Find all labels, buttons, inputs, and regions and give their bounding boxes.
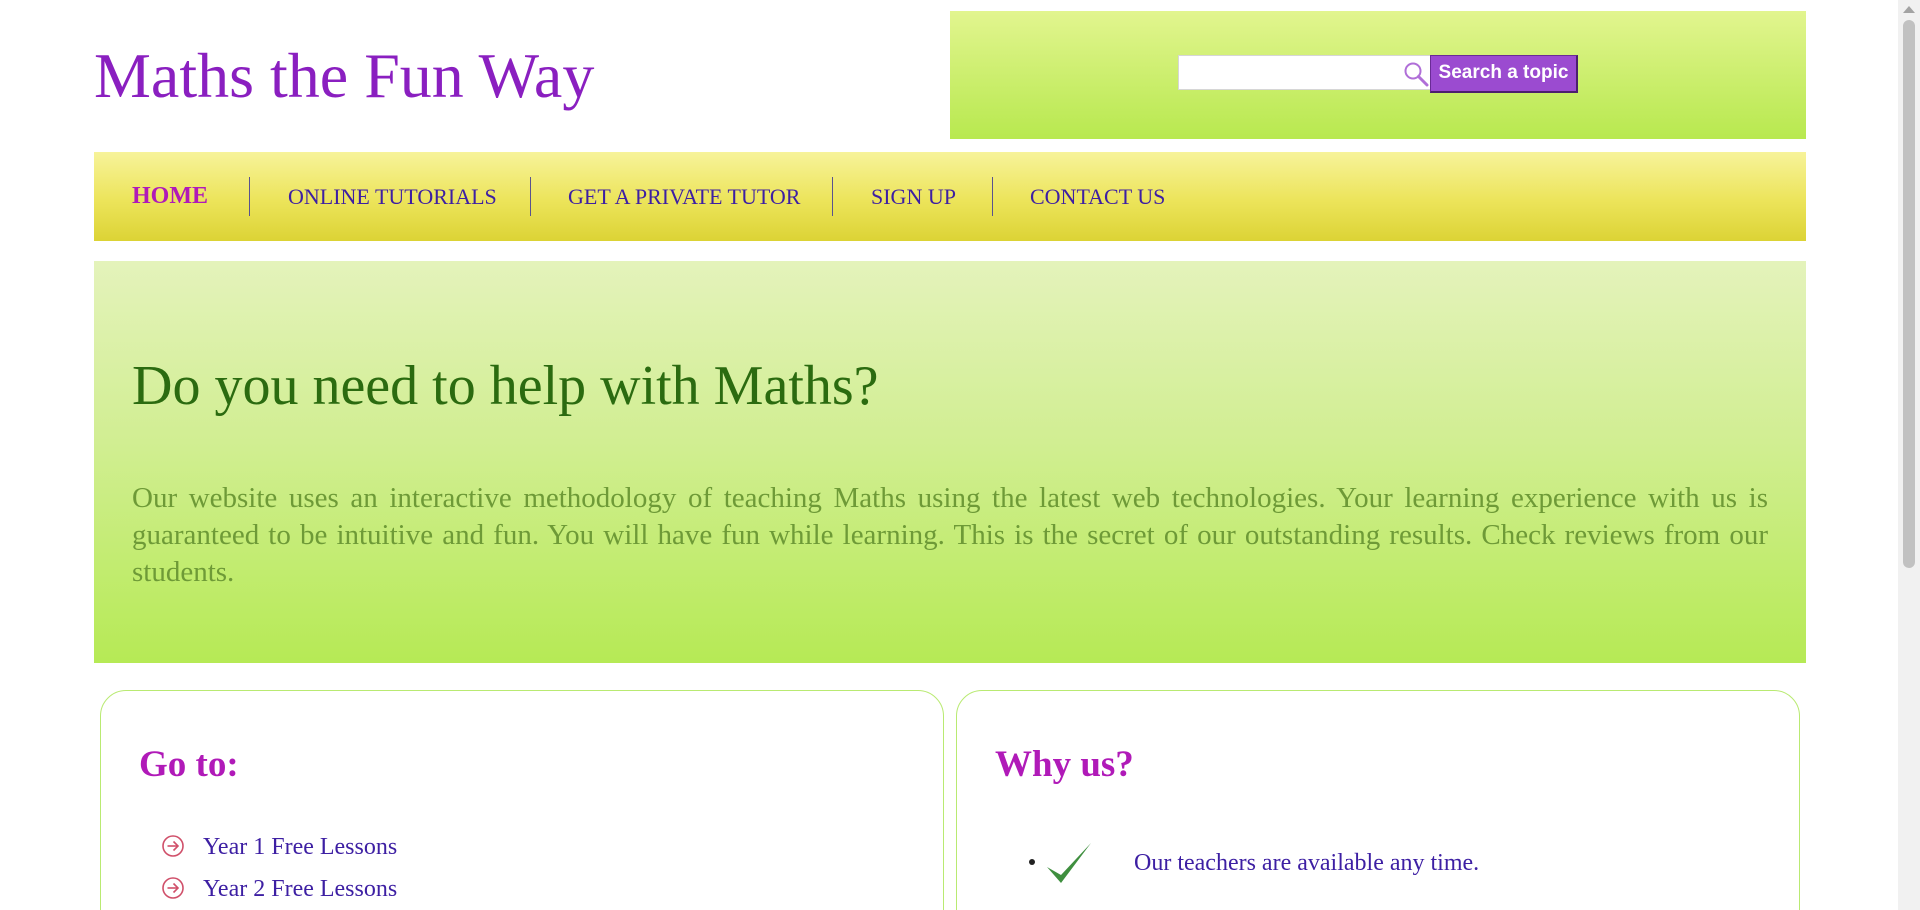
checkmark-icon xyxy=(1047,843,1091,883)
search-input[interactable] xyxy=(1179,56,1394,89)
nav-separator xyxy=(832,177,833,216)
search-button[interactable]: Search a topic xyxy=(1430,55,1578,93)
nav-separator xyxy=(530,177,531,216)
bullet xyxy=(1029,859,1035,865)
site-title: Maths the Fun Way xyxy=(94,40,595,111)
nav-item-online-tutorials[interactable]: ONLINE TUTORIALS xyxy=(288,152,497,241)
circle-arrow-right-icon xyxy=(162,835,184,857)
hero-title: Do you need to help with Maths? xyxy=(132,355,879,417)
nav-item-private-tutor[interactable]: GET A PRIVATE TUTOR xyxy=(568,152,800,241)
page: Maths the Fun Way Search a topic HOME ON… xyxy=(0,0,1898,910)
nav-item-contact-us[interactable]: CONTACT US xyxy=(1030,152,1165,241)
vertical-scrollbar[interactable] xyxy=(1898,0,1920,910)
search-panel: Search a topic xyxy=(950,11,1806,139)
search-box[interactable] xyxy=(1178,55,1431,90)
nav-separator xyxy=(992,177,993,216)
goto-link-label[interactable]: Year 1 Free Lessons xyxy=(203,833,397,861)
scroll-up-arrow-icon[interactable] xyxy=(1903,6,1915,13)
scrollbar-thumb[interactable] xyxy=(1903,20,1915,568)
search-icon[interactable] xyxy=(1402,60,1430,88)
main-nav: HOME ONLINE TUTORIALS GET A PRIVATE TUTO… xyxy=(94,152,1806,241)
goto-card: Go to: Year 1 Free Lessons Year 2 Free L… xyxy=(100,690,944,910)
why-us-title: Why us? xyxy=(995,744,1134,785)
circle-arrow-right-icon xyxy=(162,877,184,899)
why-us-item-label: Our teachers are available any time. xyxy=(1134,850,1480,876)
goto-link-label[interactable]: Year 2 Free Lessons xyxy=(203,875,397,903)
hero-banner: Do you need to help with Maths? Our webs… xyxy=(94,261,1806,663)
goto-title: Go to: xyxy=(139,744,239,785)
hero-text: Our website uses an interactive methodol… xyxy=(132,482,1768,588)
nav-item-sign-up[interactable]: SIGN UP xyxy=(871,152,956,241)
nav-separator xyxy=(249,177,250,216)
why-us-card: Why us? Our teachers are available any t… xyxy=(956,690,1800,910)
nav-item-home[interactable]: HOME xyxy=(132,152,208,241)
